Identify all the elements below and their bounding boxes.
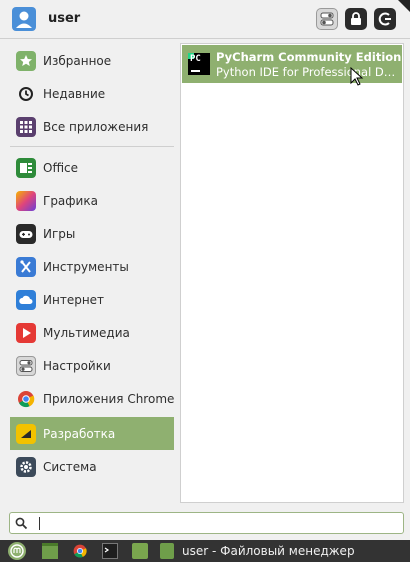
sidebar-item-label: Приложения Chrome [43,392,175,406]
app-item-pycharm[interactable]: PC PyCharm Community Edition Python IDE … [182,45,402,83]
username: user [48,11,81,26]
application-menu: user Избранное Недавние Все приложения O… [0,0,410,540]
sidebar-item-all-applications[interactable]: Все приложения [10,112,174,142]
show-desktop-icon[interactable] [42,543,58,559]
text-caret [39,517,40,530]
sidebar-item-label: Мультимедиа [43,326,130,340]
sidebar-item-label: Разработка [43,426,116,441]
sidebar-item-label: Инструменты [43,260,129,274]
pycharm-icon: PC [188,53,210,75]
taskbar-window-label[interactable]: user - Файловый менеджер [182,544,355,558]
sidebar-item-label: Office [43,161,79,175]
sidebar-item-system[interactable]: Система [10,452,174,482]
user-avatar-icon[interactable] [12,7,36,31]
app-title: PyCharm Community Edition [216,50,402,64]
gamepad-icon [16,224,36,244]
sidebar-item-games[interactable]: Игры [10,219,174,249]
tools-icon [16,257,36,277]
logout-button[interactable] [374,8,396,30]
app-description: Python IDE for Professional Developers [216,65,400,79]
sidebar-item-graphics[interactable]: Графика [10,186,174,216]
sidebar-item-development[interactable]: Разработка [10,417,174,450]
terminal-icon[interactable] [102,543,118,559]
window-corner [398,0,410,12]
development-icon [16,423,36,444]
sidebar-item-label: Настройки [43,359,111,373]
grid-icon [16,117,36,137]
search-input[interactable] [32,515,392,531]
mouse-cursor-icon [350,67,364,86]
sidebar-item-settings[interactable]: Настройки [10,351,174,381]
settings-toggle-icon [16,356,36,376]
sidebar-item-label: Игры [43,227,76,241]
sidebar-item-label: Система [43,460,97,474]
mint-menu-icon[interactable] [8,542,26,560]
folder-icon[interactable] [132,543,148,559]
sidebar-separator [10,146,174,147]
header-divider [0,38,410,39]
search-icon [15,517,28,530]
sidebar-item-internet[interactable]: Интернет [10,285,174,315]
lock-screen-button[interactable] [345,8,367,30]
favorites-icon [16,51,36,71]
lock-icon [351,12,361,25]
sidebar-item-label: Избранное [43,54,112,68]
cloud-icon [16,290,36,310]
play-icon [16,323,36,343]
sidebar-item-label: Интернет [43,293,105,307]
search-box[interactable] [9,512,404,534]
sidebar-item-recent[interactable]: Недавние [10,79,174,109]
logout-icon [378,12,391,26]
toggle-icon [320,12,334,26]
sidebar-item-favorites[interactable]: Избранное [10,46,174,76]
chrome-icon [16,389,36,409]
clock-icon [16,84,36,104]
graphics-icon [16,191,36,211]
chrome-icon[interactable] [72,543,88,559]
menu-header: user [0,0,410,38]
sidebar-item-label: Графика [43,194,98,208]
toggle-button[interactable] [316,8,338,30]
sidebar-item-multimedia[interactable]: Мультимедиа [10,318,174,348]
sidebar-item-label: Недавние [43,87,106,101]
applications-list: PC PyCharm Community Edition Python IDE … [180,43,404,503]
taskbar: user - Файловый менеджер [0,540,410,562]
sidebar-item-office[interactable]: Office [10,153,174,183]
sidebar-item-tools[interactable]: Инструменты [10,252,174,282]
sidebar-item-chrome-apps[interactable]: Приложения Chrome [10,384,174,414]
sidebar-item-label: Все приложения [43,120,149,134]
gear-icon [16,457,36,477]
office-icon [16,158,36,178]
file-manager-icon[interactable] [160,543,174,559]
